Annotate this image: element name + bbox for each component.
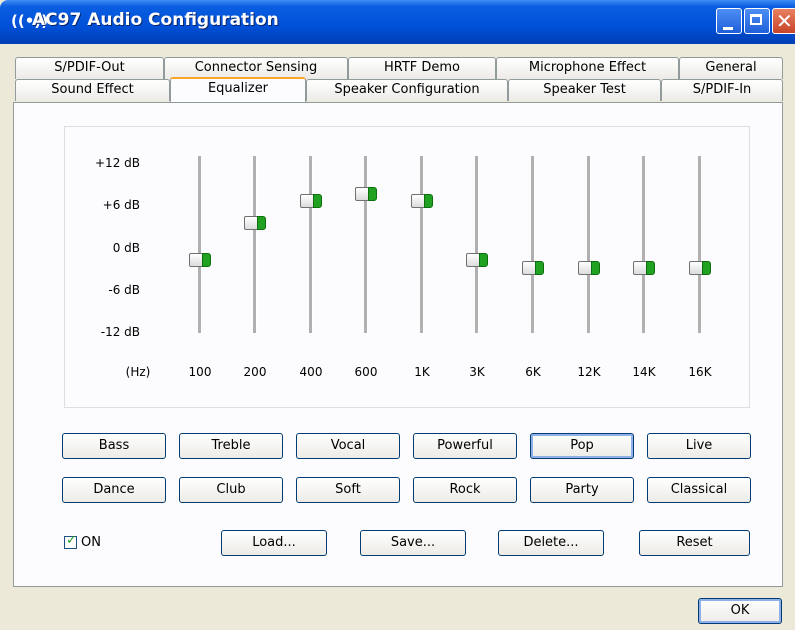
thumb-tip (202, 253, 211, 268)
band-label-600: 600 (354, 365, 378, 379)
tab-hrtf-demo[interactable]: HRTF Demo (348, 57, 496, 79)
reset-button[interactable]: Reset (639, 530, 750, 556)
on-checkbox[interactable]: ✓ (64, 533, 77, 549)
load-button[interactable]: Load... (221, 530, 327, 556)
thumb-tip (479, 253, 488, 268)
db-label-minus6: -6 dB (108, 283, 140, 297)
db-label-plus6: +6 dB (102, 198, 140, 212)
band-label-400: 400 (299, 365, 323, 379)
preset-soft-button[interactable]: Soft (296, 477, 400, 503)
maximize-button[interactable] (744, 8, 770, 34)
title-bar[interactable]: ((•)) AC97 Audio Configuration ✕ (0, 0, 795, 44)
tab-spdif-out[interactable]: S/PDIF-Out (15, 57, 164, 79)
maximize-icon (750, 14, 762, 25)
tab-speaker-test[interactable]: Speaker Test (508, 79, 661, 101)
save-button[interactable]: Save... (360, 530, 466, 556)
preset-club-button[interactable]: Club (179, 477, 283, 503)
slider-track-400 (309, 156, 313, 333)
preset-treble-button[interactable]: Treble (179, 433, 283, 459)
preset-party-button[interactable]: Party (530, 477, 634, 503)
preset-pop-button[interactable]: Pop (530, 433, 634, 459)
preset-dance-button[interactable]: Dance (62, 477, 166, 503)
tab-speaker-configuration[interactable]: Speaker Configuration (306, 79, 508, 101)
slider-track-100 (198, 156, 202, 333)
tab-connector-sensing[interactable]: Connector Sensing (164, 57, 348, 79)
preset-powerful-button[interactable]: Powerful (413, 433, 517, 459)
thumb-tip (591, 260, 600, 275)
slider-track-3k (475, 156, 479, 333)
thumb-tip (646, 260, 655, 275)
thumb-tip (702, 260, 711, 275)
minimize-button[interactable] (716, 8, 742, 34)
hz-unit-label: (Hz) (125, 365, 151, 379)
slider-track-6k (531, 156, 535, 333)
audio-config-window: ((•)) AC97 Audio Configuration ✕ S/PDIF-… (0, 0, 795, 630)
slider-thumb-12k[interactable] (578, 260, 600, 275)
tab-sound-effect[interactable]: Sound Effect (15, 79, 170, 101)
thumb-tip (424, 194, 433, 209)
band-label-14k: 14K (632, 365, 656, 379)
slider-thumb-400[interactable] (300, 194, 322, 209)
band-label-3k: 3K (469, 365, 485, 379)
slider-thumb-14k[interactable] (633, 260, 655, 275)
tab-spdif-in[interactable]: S/PDIF-In (661, 79, 783, 101)
window-title: AC97 Audio Configuration (32, 10, 279, 30)
slider-thumb-200[interactable] (244, 216, 266, 231)
preset-bass-button[interactable]: Bass (62, 433, 166, 459)
close-button[interactable]: ✕ (772, 8, 795, 34)
tab-microphone-effect[interactable]: Microphone Effect (496, 57, 679, 79)
slider-thumb-1k[interactable] (411, 194, 433, 209)
thumb-tip (535, 260, 544, 275)
slider-track-600 (364, 156, 368, 333)
thumb-tip (257, 216, 266, 231)
band-label-16k: 16K (688, 365, 712, 379)
on-checkbox-label[interactable]: ON (81, 535, 101, 550)
thumb-tip (368, 186, 377, 201)
thumb-tip (313, 194, 322, 209)
slider-thumb-100[interactable] (189, 253, 211, 268)
speaker-wave-icon: ((•)) (11, 12, 49, 30)
band-label-12k: 12K (577, 365, 601, 379)
tab-general[interactable]: General (679, 57, 783, 79)
slider-track-1k (420, 156, 424, 333)
slider-track-16k (698, 156, 702, 333)
preset-classical-button[interactable]: Classical (647, 477, 751, 503)
close-icon: ✕ (776, 9, 793, 33)
preset-rock-button[interactable]: Rock (413, 477, 517, 503)
slider-thumb-600[interactable] (355, 186, 377, 201)
checkmark-icon: ✓ (66, 533, 77, 548)
slider-thumb-3k[interactable] (466, 253, 488, 268)
band-label-6k: 6K (525, 365, 541, 379)
slider-thumb-6k[interactable] (522, 260, 544, 275)
tab-equalizer[interactable]: Equalizer (170, 77, 306, 102)
db-label-plus12: +12 dB (95, 156, 140, 170)
band-label-1k: 1K (414, 365, 430, 379)
delete-button[interactable]: Delete... (498, 530, 604, 556)
ok-button[interactable]: OK (698, 598, 782, 624)
slider-track-12k (587, 156, 591, 333)
preset-live-button[interactable]: Live (647, 433, 751, 459)
band-label-200: 200 (243, 365, 267, 379)
band-label-100: 100 (188, 365, 212, 379)
slider-thumb-16k[interactable] (689, 260, 711, 275)
minimize-icon (723, 27, 733, 30)
preset-vocal-button[interactable]: Vocal (296, 433, 400, 459)
db-label-0: 0 dB (112, 241, 140, 255)
slider-track-200 (253, 156, 257, 333)
slider-track-14k (642, 156, 646, 333)
db-label-minus12: -12 dB (100, 325, 140, 339)
